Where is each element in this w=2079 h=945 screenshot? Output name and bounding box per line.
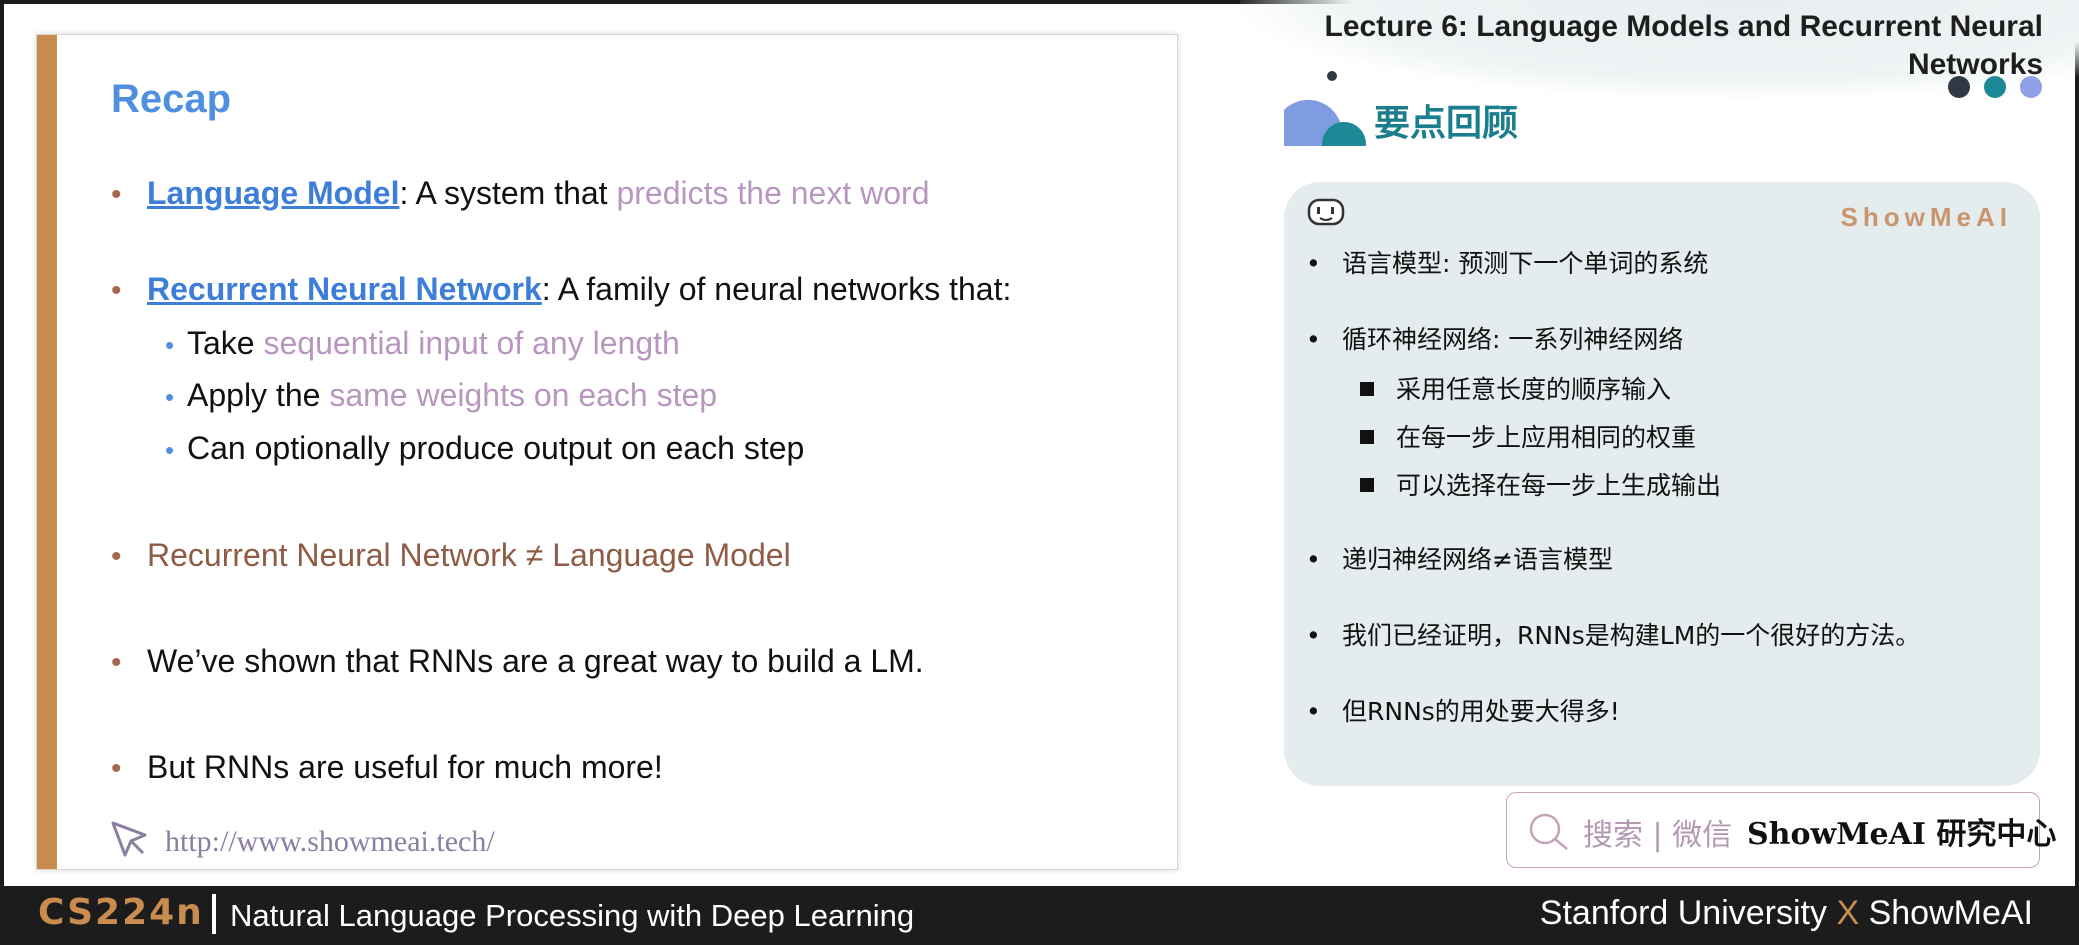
panel-item-text: 递归神经网络≠语言模型	[1342, 545, 1613, 574]
square-bullet	[1360, 478, 1374, 492]
bullet-text: : A system that	[399, 175, 617, 211]
bullet-text: : A family of neural networks that:	[541, 271, 1012, 307]
decorative-dots	[1948, 76, 2056, 103]
panel-item-2: • 循环神经网络: 一系列神经网络	[1306, 325, 1684, 354]
rnn-link[interactable]: Recurrent Neural Network	[147, 271, 542, 307]
search-icon	[1527, 811, 1571, 856]
highlight-text: predicts the next word	[616, 175, 930, 211]
bullet-dot: •	[111, 646, 122, 679]
showmeai-brand: ShowMeAI	[1840, 202, 2012, 232]
footer-x: X	[1836, 894, 1860, 932]
panel-item-1: • 语言模型: 预测下一个单词的系统	[1306, 249, 1709, 278]
bullet-dot: •	[111, 752, 122, 785]
footer-divider	[212, 894, 216, 934]
panel-item-text: 循环神经网络: 一系列神经网络	[1342, 325, 1684, 354]
frame-right	[2075, 0, 2079, 945]
bullet-language-model: • Language Model: A system that predicts …	[111, 175, 929, 212]
course-code: CS224n	[38, 892, 204, 933]
course-name: Natural Language Processing with Deep Le…	[230, 898, 915, 933]
bullet-rnn: • Recurrent Neural Network: A family of n…	[111, 271, 1011, 308]
bullet-text: But RNNs are useful for much more!	[147, 749, 663, 785]
sub-bullet-3: • Can optionally produce output on each s…	[165, 430, 804, 467]
bullet-dot: •	[111, 178, 122, 211]
showmeai-url-link[interactable]: http://www.showmeai.tech/	[165, 825, 495, 858]
cursor-icon	[109, 819, 151, 869]
bullet-text: We’ve shown that RNNs are a great way to…	[147, 643, 924, 679]
panel-item-text: 在每一步上应用相同的权重	[1396, 423, 1697, 452]
footer-stanford: Stanford University	[1539, 894, 1837, 932]
wechat-search-box[interactable]: 搜索 | 微信 ShowMeAI 研究中心	[1506, 792, 2056, 868]
bullet-rnn-not-lm: • Recurrent Neural Network ≠ Language Mod…	[111, 537, 791, 574]
bullet-rnn-more: • But RNNs are useful for much more!	[111, 749, 663, 786]
sub-text: Can optionally produce output on each st…	[187, 430, 805, 466]
slide-card: Recap • Language Model: A system that pre…	[36, 34, 1178, 870]
summary-panel: ShowMeAI • 语言模型: 预测下一个单词的系统 • 循环神经网络: 一系列神…	[1284, 182, 2040, 786]
sub-text: Take	[187, 325, 264, 361]
highlight-text: same weights on each step	[329, 377, 718, 413]
footer-bar: CS224n Natural Language Processing with …	[0, 886, 2079, 945]
frame-left	[0, 0, 4, 945]
square-bullet	[1360, 430, 1374, 444]
footer-credits: Stanford University X ShowMeAI	[1540, 894, 2033, 933]
sub-text: Apply the	[187, 377, 330, 413]
sub-bullet-dot: •	[165, 382, 175, 412]
bullet-dot: •	[111, 540, 122, 573]
panel-item-5: • 但RNNs的用处要大得多!	[1306, 697, 1620, 726]
slide-title: Recap	[111, 77, 232, 121]
footer-showmeai: ShowMeAI	[1859, 894, 2033, 932]
panel-sub-item-2: 在每一步上应用相同的权重	[1360, 418, 1696, 454]
sub-bullet-2: • Apply the same weights on each step	[165, 377, 717, 414]
bullet-dot: •	[111, 274, 122, 307]
section-decoration-icon	[1282, 70, 1372, 166]
dot-dark	[1948, 76, 1970, 98]
bullet-text: Recurrent Neural Network ≠ Language Mode…	[147, 537, 791, 573]
panel-item-text: 我们已经证明，RNNs是构建LM的一个很好的方法。	[1342, 621, 1921, 650]
search-hint: 搜索 | 微信	[1583, 818, 1733, 853]
bullet-rnn-great: • We’ve shown that RNNs are a great way t…	[111, 643, 924, 680]
lecture-title-line1: Lecture 6: Language Models and Recurrent…	[1324, 10, 2044, 43]
section-title: 要点回顾	[1374, 102, 1519, 143]
square-bullet	[1360, 382, 1374, 396]
search-brand: ShowMeAI 研究中心	[1747, 817, 2057, 852]
sub-bullet-dot: •	[165, 435, 175, 465]
dot-teal	[1984, 76, 2006, 98]
panel-item-4: • 我们已经证明，RNNs是构建LM的一个很好的方法。	[1306, 621, 1921, 650]
highlight-text: sequential input of any length	[263, 325, 680, 361]
panel-sub-item-3: 可以选择在每一步上生成输出	[1360, 466, 1721, 502]
panel-item-text: 采用任意长度的顺序输入	[1396, 375, 1672, 404]
dot-lavender	[2020, 76, 2042, 98]
panel-item-3: • 递归神经网络≠语言模型	[1306, 545, 1613, 574]
panel-item-text: 语言模型: 预测下一个单词的系统	[1342, 249, 1709, 278]
url-row: http://www.showmeai.tech/	[109, 819, 495, 869]
slide-accent-bar	[37, 35, 57, 869]
panel-sub-item-1: 采用任意长度的顺序输入	[1360, 370, 1671, 406]
robot-icon	[1306, 196, 1346, 235]
sub-bullet-dot: •	[165, 330, 175, 360]
panel-item-text: 但RNNs的用处要大得多!	[1342, 697, 1620, 726]
sub-bullet-1: • Take sequential input of any length	[165, 325, 680, 362]
language-model-link[interactable]: Language Model	[147, 175, 399, 211]
panel-item-text: 可以选择在每一步上生成输出	[1396, 471, 1722, 500]
